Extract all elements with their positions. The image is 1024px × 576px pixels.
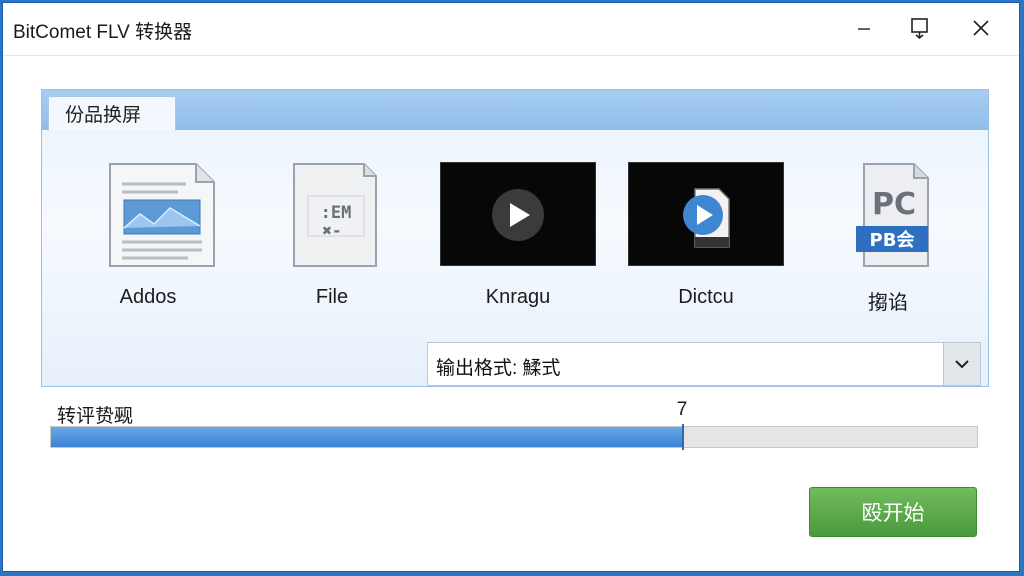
minimize-button[interactable] xyxy=(841,9,887,47)
progress-label: 转评贽觋 xyxy=(57,406,134,427)
file-item-label: 搊谄 xyxy=(868,292,908,314)
maximize-button[interactable] xyxy=(897,9,943,47)
progress-marker xyxy=(682,424,684,450)
progress-bar xyxy=(50,424,978,450)
pc-pb-file-icon: PC PB会 xyxy=(856,163,929,267)
file-item-knragu[interactable]: Knragu xyxy=(438,162,598,322)
progress-fill xyxy=(51,427,683,447)
svg-text::EM: :EM xyxy=(321,203,352,223)
output-format-value: 输出格式: 鰇式 xyxy=(436,358,561,379)
title-bar: BitComet FLV 转换器 xyxy=(3,3,1019,56)
video-thumbnail-file-icon xyxy=(683,188,730,248)
panel-tab[interactable]: 份品换屏 xyxy=(48,96,176,130)
document-image-icon xyxy=(109,163,215,267)
svg-text:✖-: ✖- xyxy=(322,221,341,240)
file-item-pc[interactable]: PC PB会 搊谄 xyxy=(808,162,968,322)
svg-text:PC: PC xyxy=(872,187,916,222)
video-thumbnail xyxy=(440,162,596,266)
close-icon xyxy=(973,20,989,36)
file-item-dictcu[interactable]: Dictcu xyxy=(626,162,786,322)
file-item-label: Addos xyxy=(119,286,177,308)
file-item-label: Dictcu xyxy=(678,286,734,308)
file-item-addos[interactable]: Addos xyxy=(68,162,228,322)
close-button[interactable] xyxy=(958,9,1004,47)
minimize-icon xyxy=(858,28,870,30)
video-thumbnail-play-icon xyxy=(492,189,544,241)
video-thumbnail xyxy=(628,162,784,266)
output-format-select[interactable]: 输出格式: 鰇式 xyxy=(427,342,981,386)
maximize-icon xyxy=(911,18,928,40)
file-item-file[interactable]: :EM ✖- File xyxy=(252,162,412,322)
file-selection-panel: 份品换屏 Addos :EM ✖- File Knragu Dictcu PC … xyxy=(41,89,989,387)
document-file-icon: :EM ✖- xyxy=(293,163,377,267)
file-item-label: File xyxy=(315,286,349,308)
panel-header xyxy=(42,90,988,130)
progress-value: 7 xyxy=(676,399,688,420)
converter-window: BitComet FLV 转换器 份品换屏 Addos:EM ✖- File … xyxy=(2,2,1020,572)
window-title: BitComet FLV 转换器 xyxy=(13,22,193,43)
file-item-label: Knragu xyxy=(485,286,551,308)
dropdown-button[interactable] xyxy=(943,343,980,385)
start-button[interactable]: 殴开始 xyxy=(809,487,977,537)
chevron-down-icon xyxy=(955,360,969,369)
svg-text:PB会: PB会 xyxy=(870,229,915,251)
